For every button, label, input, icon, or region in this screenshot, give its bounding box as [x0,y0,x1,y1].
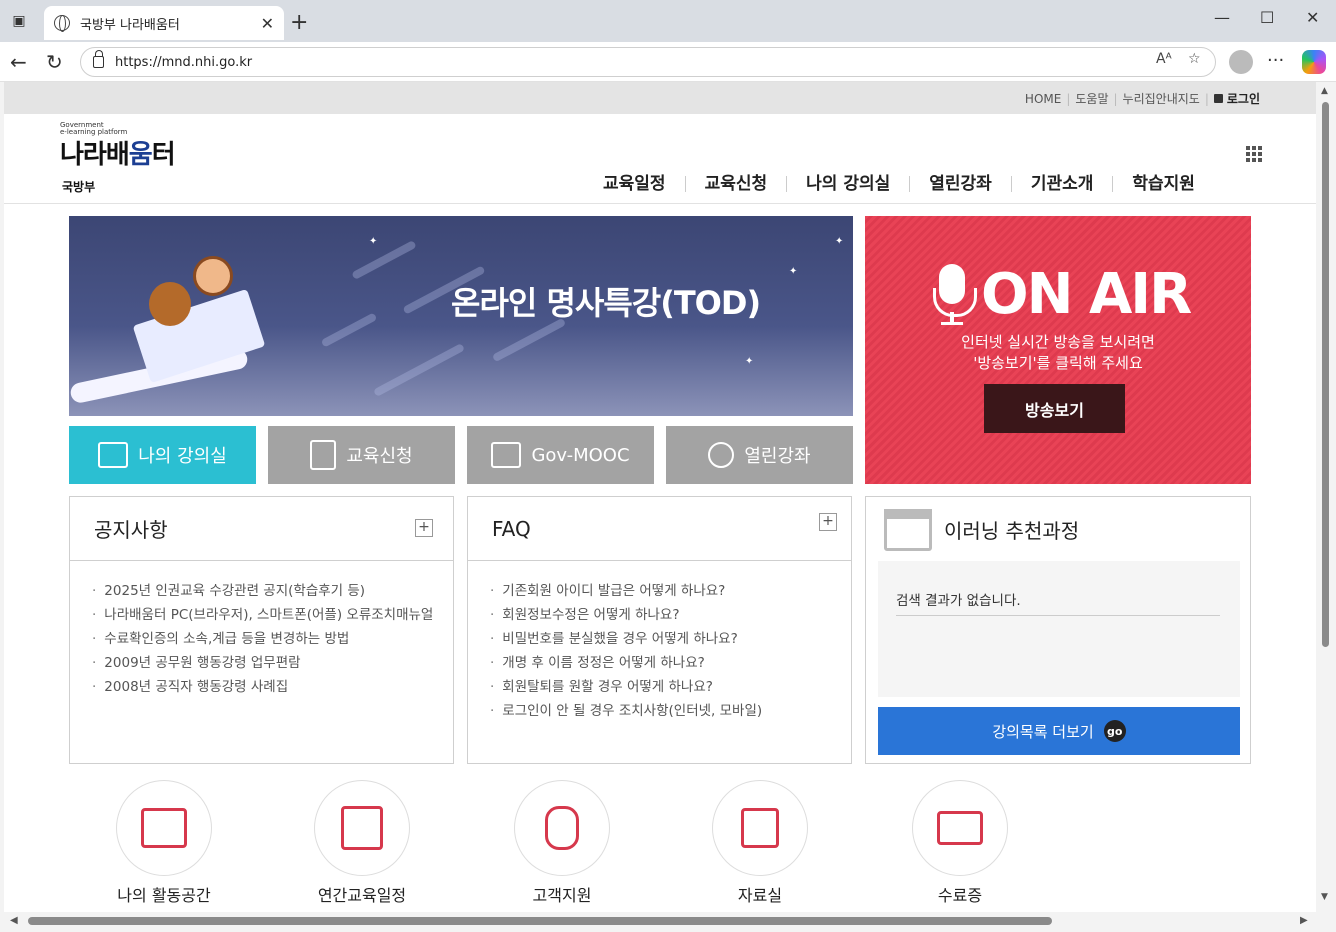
banner-title: 온라인 명사특강(TOD) [451,284,761,322]
faq-more-icon[interactable]: + [819,513,837,531]
watch-broadcast-button[interactable]: 방송보기 [984,384,1125,433]
faq-item[interactable]: 회원정보수정은 어떻게 하나요? [490,603,840,627]
faq-item[interactable]: 로그인이 안 될 경우 조치사항(인터넷, 모바일) [490,699,840,723]
pointing-hand-icon [545,806,579,850]
nav-apply[interactable]: 교육신청 [686,176,788,193]
close-tab-icon[interactable]: ✕ [261,14,274,33]
onair-panel: ON AIR 인터넷 실시간 방송을 보시려면 '방송보기'를 클릭해 주세요 … [865,216,1251,484]
nav-about[interactable]: 기관소개 [1012,176,1114,193]
bottom-certificate[interactable]: 수료증 [890,780,1030,906]
tab-title: 국방부 나라배움터 [80,17,180,33]
maximize-icon[interactable]: ☐ [1260,8,1274,27]
nav-support[interactable]: 학습지원 [1113,176,1214,193]
id-card-icon [937,811,983,845]
quick-open-course[interactable]: 열린강좌 [666,426,853,484]
vertical-scrollbar[interactable]: ▲ ▼ [1316,82,1336,912]
utility-links: HOME | 도움말 | 누리집안내지도 | 로그인 [1024,90,1260,107]
faq-item[interactable]: 비밀번호를 분실했을 경우 어떻게 하나요? [490,627,840,651]
recommend-results: 검색 결과가 없습니다. [878,561,1240,697]
faq-item[interactable]: 개명 후 이름 정정은 어떻게 하나요? [490,651,840,675]
tab-actions-icon[interactable]: ▣ [8,10,30,32]
bottom-my-activity[interactable]: 나의 활동공간 [94,780,234,906]
main-nav: 교육일정 교육신청 나의 강의실 열린강좌 기관소개 학습지원 [584,176,1214,193]
site-header: Government e-learning platform 나라배움터 국방부… [4,114,1316,204]
recommend-panel: 이러닝 추천과정 검색 결과가 없습니다. 강의목록 더보기 go [865,496,1251,764]
vertical-scroll-thumb[interactable] [1322,102,1329,647]
onair-description: 인터넷 실시간 방송을 보시려면 '방송보기'를 클릭해 주세요 [961,333,1155,372]
address-bar: ← ↻ https://mnd.nhi.go.kr Aᴬ ☆ ··· [0,42,1336,82]
lock-icon [93,50,104,68]
home-link[interactable]: HOME [1025,92,1061,106]
copilot-icon[interactable] [1302,50,1326,74]
refresh-icon[interactable]: ↻ [46,50,63,74]
main-banner[interactable]: ✦ ✦ ✦ ✦ 온라인 명사특강(TOD) [69,216,853,416]
bottom-archive[interactable]: 자료실 [690,780,830,906]
notice-title: 공지사항 [70,497,453,561]
globe-icon [54,15,70,32]
minimize-icon[interactable]: — [1214,8,1230,27]
horizontal-scrollbar[interactable]: ◀ ▶ [4,912,1316,932]
login-link[interactable]: 로그인 [1227,90,1260,107]
lock-icon [1213,94,1223,103]
course-list-more-button[interactable]: 강의목록 더보기 go [878,707,1240,755]
logo-org: 국방부 [62,180,96,194]
notice-item[interactable]: 2009년 공무원 행동강령 업무편람 [92,651,442,675]
back-icon[interactable]: ← [10,50,27,74]
url-text: https://mnd.nhi.go.kr [115,54,253,70]
floppy-disk-icon [741,808,779,848]
all-menu-icon[interactable] [1246,146,1262,162]
page-viewport: HOME | 도움말 | 누리집안내지도 | 로그인 Government e-… [4,82,1316,912]
microphone-icon [933,264,977,317]
new-tab-icon[interactable]: + [290,10,308,35]
faq-item[interactable]: 회원탈퇴를 원할 경우 어떻게 하나요? [490,675,840,699]
banner-illustration-kid [193,256,233,296]
nav-schedule[interactable]: 교육일정 [584,176,686,193]
quick-my-classroom[interactable]: 나의 강의실 [69,426,256,484]
bottom-customer-support[interactable]: 고객지원 [492,780,632,906]
more-menu-icon[interactable]: ··· [1267,50,1284,71]
notice-item[interactable]: 2008년 공직자 행동강령 사례집 [92,675,442,699]
favorite-star-icon[interactable]: ☆ [1188,51,1201,67]
faq-item[interactable]: 기존회원 아이디 발급은 어떻게 하나요? [490,579,840,603]
horizontal-scroll-thumb[interactable] [28,917,1052,925]
url-input[interactable]: https://mnd.nhi.go.kr [80,47,1216,77]
profile-avatar[interactable] [1229,50,1253,74]
help-link[interactable]: 도움말 [1075,90,1108,107]
banner-illustration-dog [149,282,191,326]
empty-result-text: 검색 결과가 없습니다. [896,589,1220,616]
notice-more-icon[interactable]: + [415,519,433,537]
site-logo[interactable]: 나라배움터 [60,134,176,171]
notice-item[interactable]: 나라배움터 PC(브라우저), 스마트폰(어플) 오류조치매뉴얼 [92,603,442,627]
calendar-15-icon [341,806,383,850]
quick-apply[interactable]: 교육신청 [268,426,455,484]
laptop-icon [141,808,187,848]
read-aloud-icon[interactable]: Aᴬ [1156,51,1172,67]
browser-tabbar: ▣ 국방부 나라배움터 ✕ + — ☐ ✕ [0,0,1336,42]
nav-my-classroom[interactable]: 나의 강의실 [787,176,911,193]
quick-gov-mooc[interactable]: Gov-MOOC [467,426,654,484]
go-badge: go [1103,720,1126,742]
faq-title: FAQ [468,497,851,561]
sitemap-link[interactable]: 누리집안내지도 [1123,90,1200,107]
bottom-annual-schedule[interactable]: 연간교육일정 [292,780,432,906]
close-window-icon[interactable]: ✕ [1306,8,1319,27]
notice-board: 공지사항 + 2025년 인권교육 수강관련 공지(학습후기 등) 나라배움터 … [69,496,454,764]
browser-tab[interactable]: 국방부 나라배움터 ✕ [44,6,284,40]
notepad-icon [310,440,337,470]
notice-item[interactable]: 2025년 인권교육 수강관련 공지(학습후기 등) [92,579,442,603]
laptop-browser-icon [491,442,522,468]
calendar-icon [884,509,932,551]
notice-item[interactable]: 수료확인증의 소속,계급 등을 변경하는 방법 [92,627,442,651]
faq-board: FAQ + 기존회원 아이디 발급은 어떻게 하나요? 회원정보수정은 어떻게 … [467,496,852,764]
monitor-icon [98,442,129,468]
onair-heading: ON AIR [981,262,1192,327]
nav-open-course[interactable]: 열린강좌 [910,176,1012,193]
top-strip: HOME | 도움말 | 누리집안내지도 | 로그인 [4,82,1316,114]
globe-icon [708,442,735,468]
